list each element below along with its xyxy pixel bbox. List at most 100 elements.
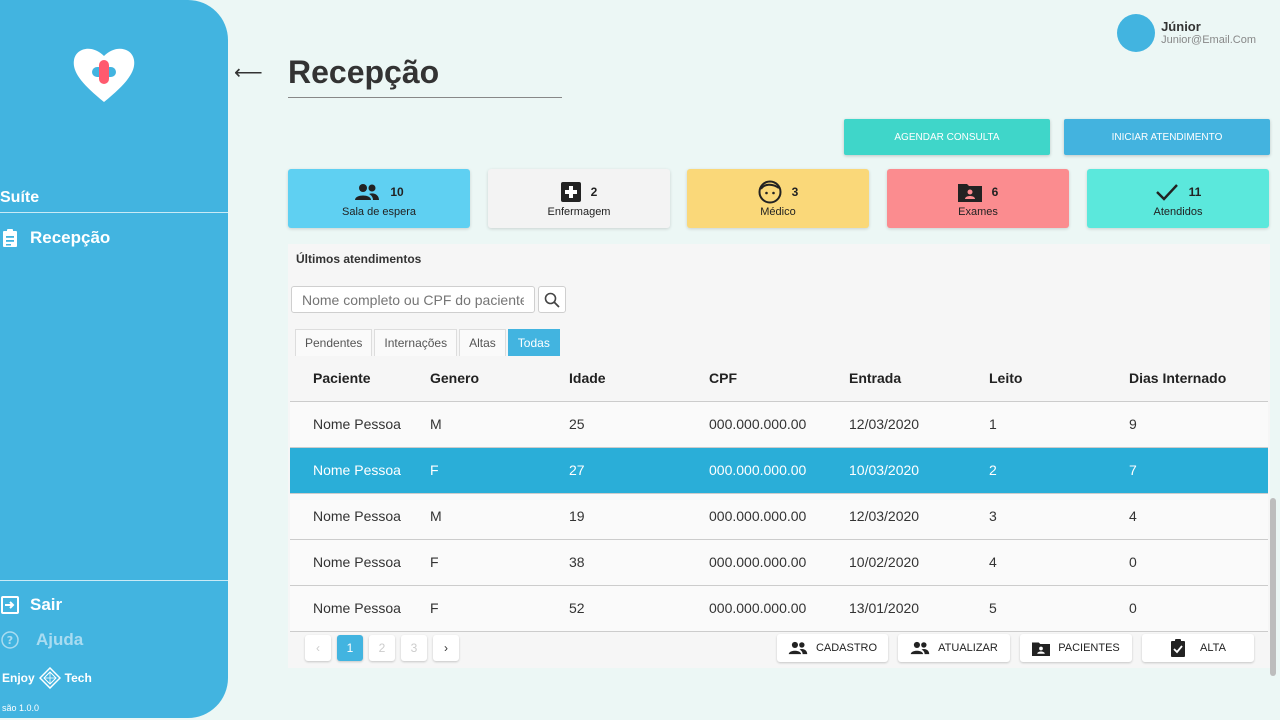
pacientes-button[interactable]: PACIENTES bbox=[1020, 634, 1132, 662]
column-header[interactable]: Entrada bbox=[849, 356, 989, 402]
column-header[interactable]: Paciente bbox=[290, 356, 430, 402]
tab-altas[interactable]: Altas bbox=[459, 329, 506, 356]
page-title: Recepção bbox=[288, 54, 440, 90]
cell: 19 bbox=[569, 493, 709, 540]
stat-card-attended[interactable]: 11 Atendidos bbox=[1087, 169, 1269, 228]
clipboard-icon bbox=[0, 228, 20, 248]
stat-label: Sala de espera bbox=[342, 206, 416, 218]
cell: Nome Pessoa bbox=[290, 539, 430, 586]
user-email: Junior@Email.Com bbox=[1161, 34, 1256, 46]
user-profile[interactable]: Júnior Junior@Email.Com bbox=[1117, 14, 1256, 52]
plus-square-icon bbox=[560, 182, 581, 202]
table-row[interactable]: Nome Pessoa F 38 000.000.000.00 10/02/20… bbox=[290, 539, 1268, 586]
pagination: ‹ 1 2 3 › bbox=[305, 635, 459, 661]
column-header[interactable]: CPF bbox=[709, 356, 849, 402]
stat-value: 11 bbox=[1188, 185, 1202, 199]
stat-card-nursing[interactable]: 2 Enfermagem bbox=[488, 169, 670, 228]
cell: Nome Pessoa bbox=[290, 493, 430, 540]
table-row[interactable]: Nome Pessoa M 25 000.000.000.00 12/03/20… bbox=[290, 401, 1268, 448]
cell: 1 bbox=[989, 401, 1129, 448]
pacientes-label: PACIENTES bbox=[1058, 642, 1120, 654]
column-header[interactable]: Genero bbox=[430, 356, 569, 402]
page-scrollbar[interactable] bbox=[1270, 498, 1276, 676]
next-page-button[interactable]: › bbox=[433, 635, 459, 661]
sidebar-divider bbox=[0, 212, 228, 213]
start-attendance-button[interactable]: INICIAR ATENDIMENTO bbox=[1064, 119, 1270, 155]
cell: 000.000.000.00 bbox=[709, 401, 849, 448]
cell: 2 bbox=[989, 447, 1129, 494]
tab-todas[interactable]: Todas bbox=[507, 329, 560, 356]
logout-button[interactable]: Sair bbox=[0, 595, 62, 615]
brand-diamond-icon bbox=[38, 667, 61, 689]
cell: 9 bbox=[1129, 401, 1268, 448]
page-button-1[interactable]: 1 bbox=[337, 635, 363, 661]
stat-card-exams[interactable]: 6 Exames bbox=[887, 169, 1069, 228]
cell: 10/02/2020 bbox=[849, 539, 989, 586]
cell: 27 bbox=[569, 447, 709, 494]
sidebar-item-recepcao[interactable]: Recepção bbox=[0, 228, 110, 248]
sidebar-divider-bottom bbox=[0, 580, 228, 581]
schedule-appointment-button[interactable]: AGENDAR CONSULTA bbox=[844, 119, 1050, 155]
table-row[interactable]: Nome Pessoa M 19 000.000.000.00 12/03/20… bbox=[290, 493, 1268, 540]
cell: 12/03/2020 bbox=[849, 401, 989, 448]
sidebar: Suíte Recepção Sair ? Ajuda Enjoy Tech s… bbox=[0, 0, 228, 718]
page-button-3[interactable]: 3 bbox=[401, 635, 427, 661]
page-button-2[interactable]: 2 bbox=[369, 635, 395, 661]
stat-value: 2 bbox=[590, 185, 598, 199]
suite-label: Suíte bbox=[0, 189, 40, 206]
search-icon bbox=[544, 292, 560, 308]
collapse-sidebar-arrow-icon[interactable]: ⟵ bbox=[234, 60, 263, 85]
check-icon bbox=[1155, 184, 1178, 201]
brand-right: Tech bbox=[64, 671, 92, 685]
table-row[interactable]: Nome Pessoa F 52 000.000.000.00 13/01/20… bbox=[290, 585, 1268, 632]
cadastro-label: CADASTRO bbox=[815, 642, 878, 654]
column-header[interactable]: Dias Internado bbox=[1129, 356, 1268, 402]
status-tabs: Pendentes Internações Altas Todas bbox=[295, 329, 562, 356]
avatar[interactable] bbox=[1117, 14, 1156, 52]
stat-value: 10 bbox=[390, 185, 404, 199]
cell: 5 bbox=[989, 585, 1129, 632]
stat-card-doctor[interactable]: 3 Médico bbox=[687, 169, 869, 228]
cell: 0 bbox=[1129, 585, 1268, 632]
stat-value: 3 bbox=[791, 185, 799, 199]
cell: F bbox=[430, 447, 569, 494]
cell: 7 bbox=[1129, 447, 1268, 494]
panel-title: Últimos atendimentos bbox=[296, 252, 422, 266]
cell: 25 bbox=[569, 401, 709, 448]
search-button[interactable] bbox=[538, 286, 566, 313]
patients-table: Paciente Genero Idade CPF Entrada Leito … bbox=[290, 356, 1268, 632]
cell: 3 bbox=[989, 493, 1129, 540]
cell: 000.000.000.00 bbox=[709, 447, 849, 494]
help-button[interactable]: ? Ajuda bbox=[0, 630, 83, 650]
cell: 12/03/2020 bbox=[849, 493, 989, 540]
alta-button[interactable]: ALTA bbox=[1142, 634, 1254, 662]
recent-attendances-panel: Últimos atendimentos Pendentes Internaçõ… bbox=[288, 244, 1270, 668]
sidebar-item-label: Recepção bbox=[30, 228, 111, 247]
brand-left: Enjoy bbox=[2, 671, 35, 685]
cell: 38 bbox=[569, 539, 709, 586]
stat-card-waiting-room[interactable]: 10 Sala de espera bbox=[288, 169, 470, 228]
cell: 10/03/2020 bbox=[849, 447, 989, 494]
cell: 4 bbox=[1129, 493, 1268, 540]
cell: 0 bbox=[1129, 539, 1268, 586]
cadastro-button[interactable]: CADASTRO bbox=[777, 634, 888, 662]
patient-search-input[interactable] bbox=[291, 286, 535, 313]
user-name: Júnior bbox=[1161, 19, 1201, 34]
users-icon bbox=[910, 641, 930, 655]
folder-user-icon bbox=[1032, 642, 1051, 656]
version-label: são 1.0.0 bbox=[2, 703, 40, 713]
heart-logo-icon bbox=[73, 48, 135, 102]
column-header[interactable]: Leito bbox=[989, 356, 1129, 402]
stat-label: Atendidos bbox=[1153, 206, 1203, 218]
prev-page-button[interactable]: ‹ bbox=[305, 635, 331, 661]
atualizar-button[interactable]: ATUALIZAR bbox=[898, 634, 1010, 662]
users-icon bbox=[788, 641, 808, 655]
tab-internacoes[interactable]: Internações bbox=[374, 329, 458, 356]
table-row-selected[interactable]: Nome Pessoa F 27 000.000.000.00 10/03/20… bbox=[290, 447, 1268, 494]
tab-pendentes[interactable]: Pendentes bbox=[295, 329, 373, 356]
column-header[interactable]: Idade bbox=[569, 356, 709, 402]
folder-user-icon bbox=[957, 184, 982, 202]
cell: Nome Pessoa bbox=[290, 447, 430, 494]
stat-label: Exames bbox=[958, 206, 998, 218]
svg-text:?: ? bbox=[7, 634, 13, 647]
